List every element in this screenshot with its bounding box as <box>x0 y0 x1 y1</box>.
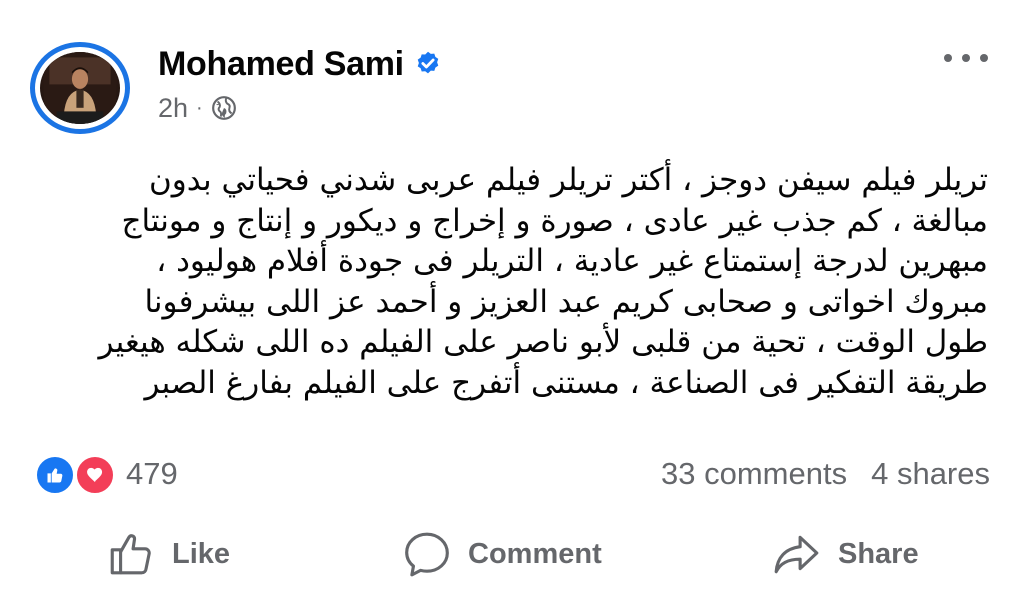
post-text-line: مبهرين لدرجة إستمتاع غير عادية ، التريلر… <box>156 243 988 279</box>
more-dot-icon <box>980 54 988 62</box>
comment-label: Comment <box>468 537 602 570</box>
author-row: Mohamed Sami <box>158 44 442 84</box>
more-options-button[interactable] <box>944 46 988 70</box>
share-label: Share <box>838 537 919 570</box>
post-text-line: طول الوقت ، تحية من قلبى لأبو ناصر على ا… <box>98 324 988 360</box>
reaction-icons <box>34 454 120 496</box>
post-actions: Like Comment Share <box>0 522 1024 586</box>
avatar-photo <box>40 52 120 124</box>
like-button[interactable]: Like <box>106 529 230 579</box>
author-name[interactable]: Mohamed Sami <box>158 45 404 84</box>
reaction-count: 479 <box>126 456 178 491</box>
share-arrow-icon <box>774 535 819 574</box>
comment-bubble-icon <box>405 532 449 577</box>
love-reaction-icon <box>74 454 116 496</box>
globe-icon[interactable] <box>211 95 237 121</box>
reactions-summary[interactable]: 479 <box>34 452 178 496</box>
share-button[interactable]: Share <box>772 529 919 579</box>
like-reaction-icon <box>34 454 76 496</box>
shares-count[interactable]: 4 shares <box>871 456 990 492</box>
post-text-line: مبالغة ، كم جذب غير عادى ، صورة و إخراج … <box>121 202 988 239</box>
post-text-line: طريقة التفكير فى الصناعة ، مستنى أتفرج ع… <box>144 364 989 401</box>
post-meta: 2h · <box>158 92 237 124</box>
like-label: Like <box>172 537 231 570</box>
avatar-person-image <box>44 52 116 124</box>
post-text-line: مبروك اخواتى و صحابى كريم عبد العزيز و أ… <box>144 283 988 320</box>
comments-count[interactable]: 33 comments <box>661 456 847 492</box>
comment-button[interactable]: Comment <box>402 529 602 579</box>
post-text: تريلر فيلم سيفن دوجز ، أكتر تريلر فيلم ع… <box>36 160 988 403</box>
thumbs-up-icon <box>110 534 151 575</box>
verified-badge-icon <box>417 51 439 74</box>
engagement-stats: 33 comments 4 shares <box>661 452 990 496</box>
post-text-line: تريلر فيلم سيفن دوجز ، أكتر تريلر فيلم ع… <box>149 162 988 198</box>
meta-separator: · <box>196 96 203 119</box>
more-dot-icon <box>962 54 970 62</box>
more-dot-icon <box>944 54 952 62</box>
post-time[interactable]: 2h <box>158 93 188 124</box>
author-avatar[interactable] <box>30 42 130 134</box>
